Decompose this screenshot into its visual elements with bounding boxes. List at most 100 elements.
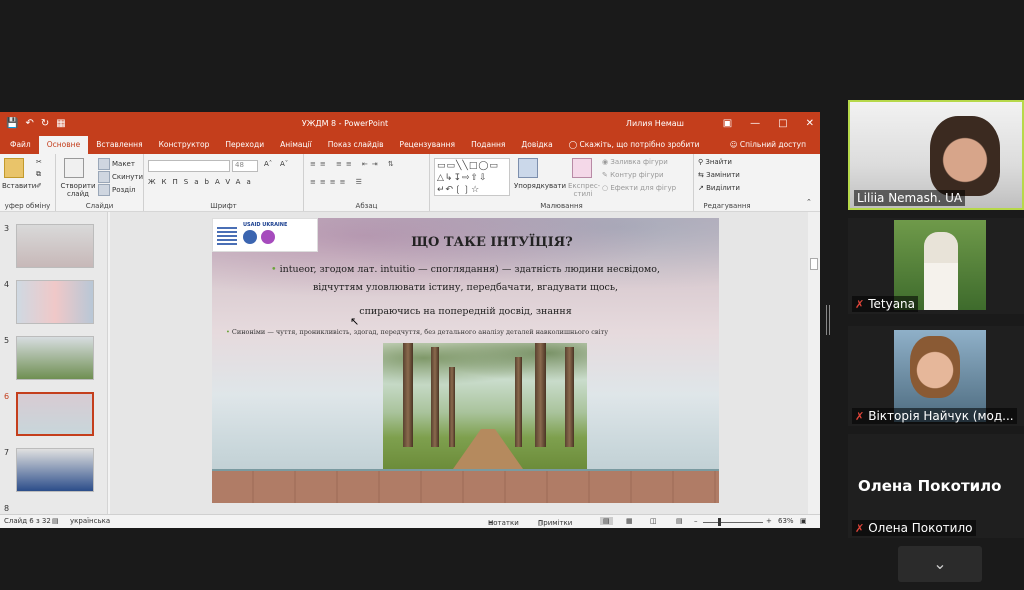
font-size-input[interactable]: 48 bbox=[232, 160, 258, 172]
layout-button[interactable]: Макет bbox=[98, 158, 135, 170]
tab-slideshow[interactable]: Показ слайдів bbox=[320, 136, 392, 154]
zoom-level[interactable]: 63% bbox=[778, 517, 794, 525]
shrink-font-icon[interactable]: Aˇ bbox=[280, 160, 288, 168]
underline-button[interactable]: П bbox=[173, 178, 184, 186]
participant-tile-active[interactable]: Liliia Nemash. UA bbox=[848, 100, 1024, 210]
thumbnail-slide-5[interactable] bbox=[16, 336, 94, 380]
tab-animations[interactable]: Анімації bbox=[272, 136, 320, 154]
shapes-gallery[interactable]: ▭▭╲╲□◯▭ △↳↧⇨⇧⇩ ↵↶❲❳☆ bbox=[434, 158, 510, 196]
tab-design[interactable]: Конструктор bbox=[151, 136, 218, 154]
list-buttons[interactable]: ≡≡ ≡≡ ⇤⇥ ⇅ bbox=[310, 160, 398, 168]
tab-view[interactable]: Подання bbox=[463, 136, 513, 154]
slide-title[interactable]: ЩО ТАКЕ ІНТУЇЦІЯ? bbox=[362, 235, 622, 250]
tab-transitions[interactable]: Переходи bbox=[217, 136, 272, 154]
tab-review[interactable]: Рецензування bbox=[392, 136, 464, 154]
shadow-button[interactable]: ab bbox=[194, 178, 215, 186]
select-icon: ↗ bbox=[698, 184, 707, 192]
spacing-button[interactable]: AV bbox=[215, 178, 236, 186]
slide-text-line-2[interactable]: відчуттям уловлювати істину, передбачати… bbox=[212, 282, 719, 293]
format-painter-icon[interactable]: ✐ bbox=[36, 182, 42, 190]
present-icon[interactable]: ▦ bbox=[56, 118, 65, 129]
thumbnail-slide-7[interactable] bbox=[16, 448, 94, 492]
slide-thumbnails-pane[interactable]: 3 4 5 6 7 8 bbox=[0, 212, 108, 514]
arrange-button[interactable] bbox=[518, 158, 540, 178]
thumbnail-slide-4[interactable] bbox=[16, 280, 94, 324]
bold-button[interactable]: Ж bbox=[148, 178, 162, 186]
participant-name-label: ✗ Tetyana bbox=[852, 296, 919, 312]
zoom-in-icon[interactable]: + bbox=[766, 517, 772, 525]
section-button[interactable]: Розділ bbox=[98, 184, 136, 196]
new-slide-button[interactable] bbox=[64, 158, 86, 178]
find-button[interactable]: ⚲ Знайти bbox=[698, 158, 732, 166]
vertical-scrollbar[interactable] bbox=[808, 212, 820, 514]
undo-icon[interactable]: ↶ bbox=[25, 118, 33, 129]
user-name[interactable]: Лилия Немаш bbox=[594, 119, 684, 128]
tree-trunk bbox=[431, 347, 439, 447]
minimize-icon[interactable]: — bbox=[750, 118, 760, 129]
zoom-slider-handle[interactable] bbox=[718, 518, 721, 526]
thumbnail-slide-6[interactable] bbox=[16, 392, 94, 436]
shape-outline-button[interactable]: ✎ Контур фігури bbox=[602, 171, 664, 179]
tab-file[interactable]: Файл bbox=[2, 136, 39, 154]
share-button[interactable]: ☺ Спільний доступ bbox=[716, 136, 820, 154]
participant-tile[interactable]: ✗ Tetyana bbox=[848, 218, 1024, 314]
slideshow-view-icon[interactable]: ▤ bbox=[676, 517, 683, 525]
normal-view-icon[interactable]: ▤ bbox=[600, 517, 613, 525]
zoom-slider[interactable] bbox=[703, 522, 763, 523]
align-buttons[interactable]: ≡≡≡≡ ☰ bbox=[310, 178, 366, 186]
slides-group-label: Слайди bbox=[85, 202, 114, 210]
select-button[interactable]: ↗ Виділити bbox=[698, 184, 740, 192]
chevron-down-icon[interactable]: ⌄ bbox=[898, 546, 982, 582]
change-case-button[interactable]: Aa bbox=[236, 178, 257, 186]
mouse-cursor-icon: ↖ bbox=[350, 315, 360, 328]
thumbnail-slide-3[interactable] bbox=[16, 224, 94, 268]
paragraph-group-label: Абзац bbox=[355, 202, 378, 210]
ribbon-options-icon[interactable]: ▣ bbox=[723, 118, 732, 129]
slide-text-line-1[interactable]: • intuеor, згодом лат. intuitio — спогля… bbox=[212, 264, 719, 275]
redo-icon[interactable]: ↻ bbox=[41, 118, 49, 129]
participant-name: Олена Покотило bbox=[868, 521, 973, 535]
slide-counter: Слайд 6 з 32 bbox=[4, 517, 51, 525]
close-icon[interactable]: ✕ bbox=[806, 118, 814, 129]
zoom-out-icon[interactable]: – bbox=[694, 517, 698, 525]
mic-muted-icon: ✗ bbox=[855, 298, 865, 311]
scroll-thumb[interactable] bbox=[810, 258, 818, 270]
thumb-number: 4 bbox=[4, 280, 10, 289]
spellcheck-icon[interactable]: ▤ bbox=[52, 517, 59, 525]
maximize-icon[interactable]: □ bbox=[778, 118, 787, 129]
panel-resize-handle[interactable] bbox=[826, 305, 830, 335]
clipboard-group-label: уфер обміну bbox=[4, 202, 51, 210]
tab-help[interactable]: Довідка bbox=[513, 136, 560, 154]
group-font: 48 Aˆ Aˇ ЖКПSabAVAa Шрифт bbox=[144, 154, 304, 211]
strikethrough-button[interactable]: S bbox=[184, 178, 194, 186]
cut-icon[interactable]: ✂ bbox=[36, 158, 42, 166]
tell-me-search[interactable]: ◯ Скажіть, що потрібно зробити bbox=[561, 136, 716, 154]
language-label[interactable]: українська bbox=[70, 517, 110, 525]
font-name-input[interactable] bbox=[148, 160, 230, 172]
copy-icon[interactable]: ⧉ bbox=[36, 170, 41, 179]
tab-home[interactable]: Основне bbox=[38, 136, 89, 154]
forest-painting-image[interactable] bbox=[383, 343, 587, 469]
slide-synonyms[interactable]: • Синоніми — чуття, проникливість, здога… bbox=[226, 328, 716, 336]
quick-styles-button[interactable] bbox=[572, 158, 594, 178]
grow-font-icon[interactable]: Aˆ bbox=[264, 160, 272, 168]
save-icon[interactable]: 💾 bbox=[6, 118, 18, 129]
reading-view-icon[interactable]: ◫ bbox=[650, 517, 657, 525]
font-formatting-row[interactable]: ЖКПSabAVAa bbox=[148, 178, 257, 186]
paste-button[interactable] bbox=[4, 158, 26, 178]
italic-button[interactable]: К bbox=[162, 178, 173, 186]
current-slide[interactable]: USAID UKRAINE ЩО ТАКЕ ІНТУЇЦІЯ? • intuеo… bbox=[212, 218, 719, 503]
slide-sorter-icon[interactable]: ▦ bbox=[626, 517, 633, 525]
fit-slide-icon[interactable]: ▣ bbox=[800, 517, 807, 525]
reset-button[interactable]: Скинути bbox=[98, 171, 143, 183]
shape-fill-button[interactable]: ◉ Заливка фігури bbox=[602, 158, 668, 166]
comments-label: Примітки bbox=[538, 519, 573, 527]
collapse-ribbon-icon[interactable]: ⌃ bbox=[806, 198, 812, 206]
layout-label: Макет bbox=[112, 160, 135, 168]
participant-tile[interactable]: ✗ Вікторія Найчук (мод... bbox=[848, 326, 1024, 426]
arrange-icon bbox=[518, 158, 538, 178]
replace-button[interactable]: ⇆ Замінити bbox=[698, 171, 740, 179]
shape-effects-button[interactable]: ○ Ефекти для фігур bbox=[602, 184, 676, 192]
tab-insert[interactable]: Вставлення bbox=[88, 136, 150, 154]
slide-text-line-3[interactable]: спираючись на попередній досвід, знання bbox=[212, 306, 719, 317]
